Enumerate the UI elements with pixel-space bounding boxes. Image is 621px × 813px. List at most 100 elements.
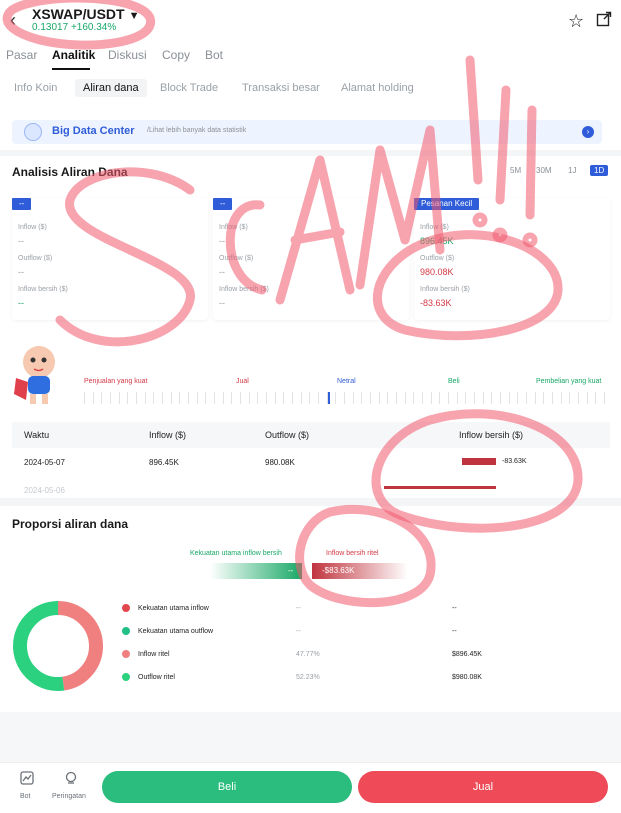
legend-dot (122, 673, 130, 681)
inflow-label: Inflow ($) (219, 224, 248, 231)
scale-tick (543, 392, 545, 404)
scale-tick (231, 392, 233, 404)
scale-tick (534, 392, 536, 404)
tab-analitik[interactable]: Analitik (52, 48, 95, 62)
scale-tick (214, 392, 215, 404)
bot-label[interactable]: Bot (20, 793, 31, 800)
scale-tick (110, 392, 111, 404)
star-icon[interactable]: ☆ (568, 11, 584, 32)
scale-tick (170, 392, 172, 404)
price-change: +160.34% (70, 22, 117, 33)
alert-label[interactable]: Peringatan (52, 793, 86, 800)
scale-tick (404, 392, 406, 404)
inflow-label: Inflow ($) (18, 224, 47, 231)
row-date: 2024-05-07 (24, 458, 65, 467)
scale-tick (144, 392, 146, 404)
flow-card-medium: -- Inflow ($) -- Outflow ($) -- Inflow b… (213, 198, 409, 320)
net-bar (384, 486, 496, 489)
outflow-label: Outflow ($) (18, 255, 53, 262)
donut-slice-outflow-retail (13, 601, 65, 691)
scale-tick (448, 392, 449, 404)
scale-tick (222, 392, 224, 404)
subtab-info-koin[interactable]: Info Koin (14, 82, 57, 94)
legend-amount: -- (452, 628, 457, 635)
scale-strong-sell: Penjualan yang kuat (84, 378, 148, 385)
subtab-alamat-holding[interactable]: Alamat holding (341, 82, 414, 94)
table-row: 2024-05-06 (12, 476, 610, 496)
scale-tick (387, 392, 389, 404)
scale-tick (378, 392, 380, 404)
period-1j[interactable]: 1J (568, 166, 576, 175)
scale-tick (491, 392, 493, 404)
sell-button[interactable]: Jual (358, 771, 608, 803)
tab-bot[interactable]: Bot (205, 48, 223, 62)
pair-title[interactable]: XSWAP/USDT ▼ (32, 6, 139, 22)
sentiment-scale (84, 392, 605, 404)
bot-icon[interactable] (20, 771, 34, 785)
scale-tick (136, 392, 137, 404)
net-label: Inflow bersih ($) (18, 286, 68, 293)
scale-tick (413, 392, 415, 404)
tab-diskusi[interactable]: Diskusi (108, 48, 147, 62)
alert-icon[interactable] (64, 771, 78, 785)
scale-tick (578, 392, 579, 404)
period-30m[interactable]: 30M (536, 166, 552, 175)
mascot-icon (14, 346, 55, 404)
big-data-subtitle: /Lihat lebih banyak data statistik (147, 127, 247, 134)
legend-label: Kekuatan utama inflow (138, 604, 209, 612)
legend-amount: $980.08K (452, 674, 482, 681)
scale-tick (552, 392, 553, 404)
outflow-label: Outflow ($) (420, 255, 455, 262)
scale-tick (248, 392, 250, 404)
legend-pct: 52.23% (296, 674, 320, 681)
flow-card-large: -- Inflow ($) -- Outflow ($) -- Inflow b… (12, 198, 208, 320)
net-bar (462, 458, 496, 465)
tab-pasar[interactable]: Pasar (6, 48, 37, 62)
inflow-value: -- (219, 236, 225, 246)
net-value: -83.63K (420, 298, 452, 308)
scale-tick (500, 392, 501, 404)
big-data-banner[interactable]: Big Data Center /Lihat lebih banyak data… (12, 120, 602, 144)
scale-tick (101, 392, 103, 404)
net-label: Inflow bersih ($) (420, 286, 470, 293)
inflow-label: Inflow ($) (420, 224, 449, 231)
last-price: 0.13017 (32, 22, 69, 33)
scale-tick (300, 392, 302, 404)
divider (0, 150, 621, 156)
legend-label: Kekuatan utama outflow (138, 627, 214, 635)
scale-tick (188, 392, 189, 404)
legend-pct: -- (296, 605, 301, 612)
scale-tick (266, 392, 267, 404)
period-1d[interactable]: 1D (590, 165, 609, 176)
legend-pct: -- (296, 628, 301, 635)
period-5m[interactable]: 5M (510, 166, 521, 175)
scale-tick (517, 392, 519, 404)
legend-amount: $896.45K (452, 651, 482, 658)
share-icon[interactable] (596, 11, 612, 27)
row-outflow: 980.08K (265, 458, 295, 467)
back-icon[interactable]: ‹ (10, 10, 16, 31)
scale-tick (482, 392, 484, 404)
scale-tick (335, 392, 337, 404)
retail-net-inflow-label: Inflow bersih ritel (326, 550, 379, 557)
row-date: 2024-05-06 (24, 486, 65, 495)
subtab-aliran-dana[interactable]: Aliran dana (75, 79, 147, 97)
flow-card-small: Pesanan Kecil Inflow ($) 896.45K Outflow… (414, 198, 610, 320)
outflow-value: -- (219, 267, 225, 277)
scale-tick (508, 392, 510, 404)
col-waktu: Waktu (24, 430, 50, 440)
tab-copy[interactable]: Copy (162, 48, 190, 62)
subtab-block-trade[interactable]: Block Trade (160, 82, 218, 94)
inflow-value: -- (18, 236, 24, 246)
analysis-title: Analisis Aliran Dana (12, 165, 128, 179)
legend-item: Inflow ritel (122, 650, 170, 658)
proportion-title: Proporsi aliran dana (12, 517, 129, 531)
scale-neutral: Netral (337, 378, 356, 385)
outflow-value: 980.08K (420, 267, 454, 277)
legend-dot (122, 604, 130, 612)
scale-tick (205, 392, 207, 404)
main-net-inflow-label: Kekuatan utama inflow bersih (190, 550, 282, 557)
scale-tick (344, 392, 345, 404)
subtab-transaksi-besar[interactable]: Transaksi besar (242, 82, 320, 94)
buy-button[interactable]: Beli (102, 771, 352, 803)
